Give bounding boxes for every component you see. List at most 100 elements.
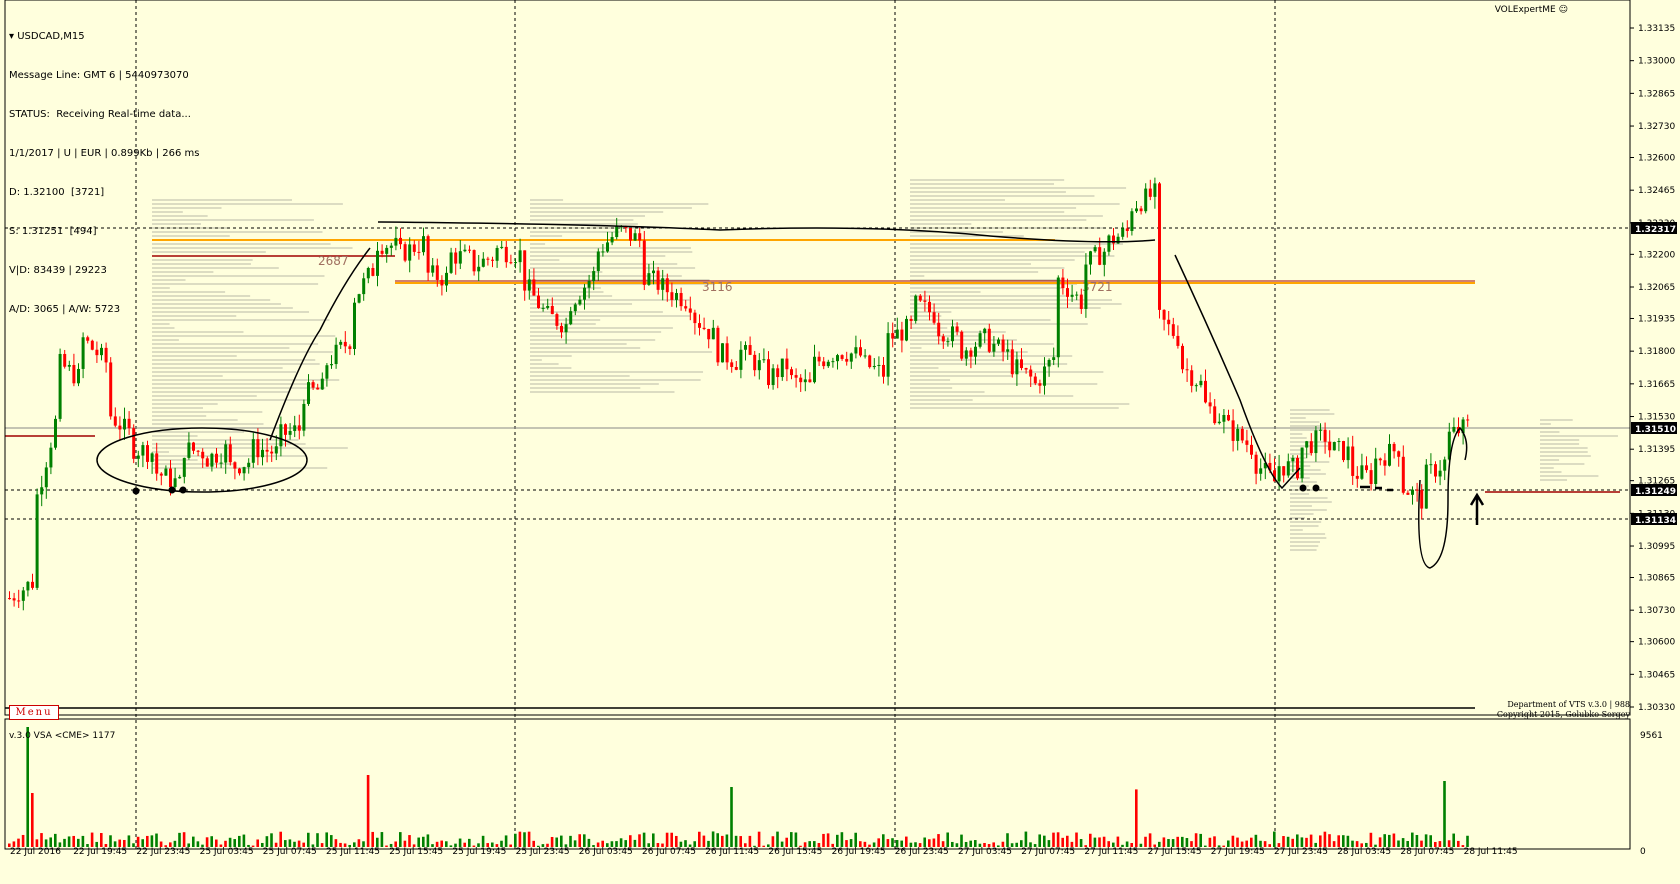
y-tick-label: 1.30600 <box>1638 638 1675 648</box>
candle-body <box>1466 419 1470 421</box>
volume-bar <box>725 834 729 847</box>
volume-bar <box>1415 834 1419 847</box>
candle-body <box>1291 457 1295 462</box>
dot-annotation <box>1299 484 1307 492</box>
candle-body <box>155 453 159 474</box>
volume-bar <box>1158 841 1161 847</box>
candle-body <box>523 250 527 291</box>
candle-body <box>900 329 904 341</box>
smiley-icon[interactable]: ☺ <box>1559 5 1568 15</box>
candle-body <box>684 306 688 309</box>
candle-body <box>21 590 25 601</box>
candle-body <box>909 318 913 321</box>
candle-body <box>863 355 867 357</box>
volume-bar <box>1061 837 1064 847</box>
volume-bar <box>256 839 259 847</box>
candle-body <box>541 307 545 309</box>
grid-lines <box>135 0 1276 849</box>
candle-body <box>150 453 154 462</box>
volume-bar <box>1388 834 1391 847</box>
volume-bar <box>468 838 471 847</box>
volume-bar <box>951 841 954 847</box>
info-panel: ▾ USDCAD,M15 Message Line: GMT 6 | 54409… <box>9 4 199 342</box>
menu-button[interactable]: Menu <box>9 705 59 720</box>
volume-bar <box>1369 832 1373 847</box>
candle-body <box>265 449 269 452</box>
candle-body <box>872 365 876 368</box>
volume-bar <box>1429 835 1432 847</box>
volume-bar <box>803 842 807 847</box>
candle-body <box>472 250 476 272</box>
volume-bar <box>900 840 903 847</box>
volume-bar <box>914 842 917 847</box>
volume-bar <box>1309 834 1313 847</box>
volume-bar <box>937 834 940 847</box>
volume-bar <box>1291 838 1294 847</box>
candle-body <box>1006 349 1010 352</box>
candle-body <box>389 245 393 248</box>
volume-bar <box>1093 837 1097 847</box>
x-tick-label: 28 Jul 03:45 <box>1337 847 1391 857</box>
candle-body <box>633 233 637 241</box>
price-chart[interactable]: 26873116 37211.323171.315101.312491.31134… <box>0 0 1680 884</box>
candle-body <box>803 379 807 383</box>
volume-bar <box>1351 840 1354 847</box>
volume-bar <box>849 839 853 847</box>
volume-bar <box>178 832 181 847</box>
candle-body <box>601 251 605 253</box>
volume-bar <box>978 843 982 847</box>
volume-bar <box>90 832 94 847</box>
volume-bar <box>408 835 411 847</box>
volume-bar <box>481 835 485 847</box>
volume-bar <box>785 837 788 847</box>
y-tick-label: 1.31530 <box>1638 413 1675 423</box>
candle-body <box>1227 414 1230 421</box>
volume-bar <box>757 831 761 847</box>
volume-bar <box>868 844 871 847</box>
volume-bar <box>159 841 163 847</box>
volume-bar <box>1107 841 1110 847</box>
candle-body <box>1231 420 1235 441</box>
candle-body <box>794 375 798 378</box>
candle-body <box>408 244 412 261</box>
volume-bar <box>1392 833 1396 847</box>
volume-bar <box>606 843 609 847</box>
candle-body <box>40 487 44 495</box>
volume-bar <box>730 787 733 847</box>
volume-bar <box>293 841 296 847</box>
volume-bar <box>1323 831 1327 847</box>
volume-bar <box>127 835 131 847</box>
candle-body <box>826 361 830 367</box>
candle-body <box>1415 489 1419 491</box>
symbol-label[interactable]: ▾ USDCAD,M15 <box>9 30 199 43</box>
volume-bar <box>426 834 430 847</box>
candle-body <box>992 343 996 352</box>
candle-body <box>587 281 591 288</box>
volume-bar <box>955 843 959 847</box>
volume-bar <box>353 842 356 847</box>
volume-bar <box>587 838 591 847</box>
candle-body <box>679 293 683 307</box>
volume-bar <box>320 843 324 847</box>
x-tick-label: 26 Jul 19:45 <box>832 847 886 857</box>
candle-body <box>31 581 34 588</box>
candle-body <box>1061 277 1065 289</box>
candle-body <box>1282 466 1286 476</box>
info-line: Message Line: GMT 6 | 5440973070 <box>9 70 189 81</box>
volume-bar <box>1038 834 1041 847</box>
volume-bar <box>146 835 149 847</box>
candle-body <box>481 258 485 267</box>
candle-body <box>753 354 757 371</box>
volume-bar <box>1125 841 1129 847</box>
candle-body <box>205 458 209 467</box>
volume-bar <box>974 840 977 847</box>
volume-bar <box>44 839 48 847</box>
x-tick-label: 26 Jul 23:45 <box>895 847 949 857</box>
volume-bar <box>173 840 177 847</box>
volume-bar <box>150 835 154 847</box>
candle-body <box>1383 460 1387 466</box>
y-tick-label: 1.32730 <box>1638 122 1675 132</box>
volume-bar <box>656 843 660 847</box>
candle-body <box>1038 383 1042 386</box>
candle-body <box>739 349 743 370</box>
